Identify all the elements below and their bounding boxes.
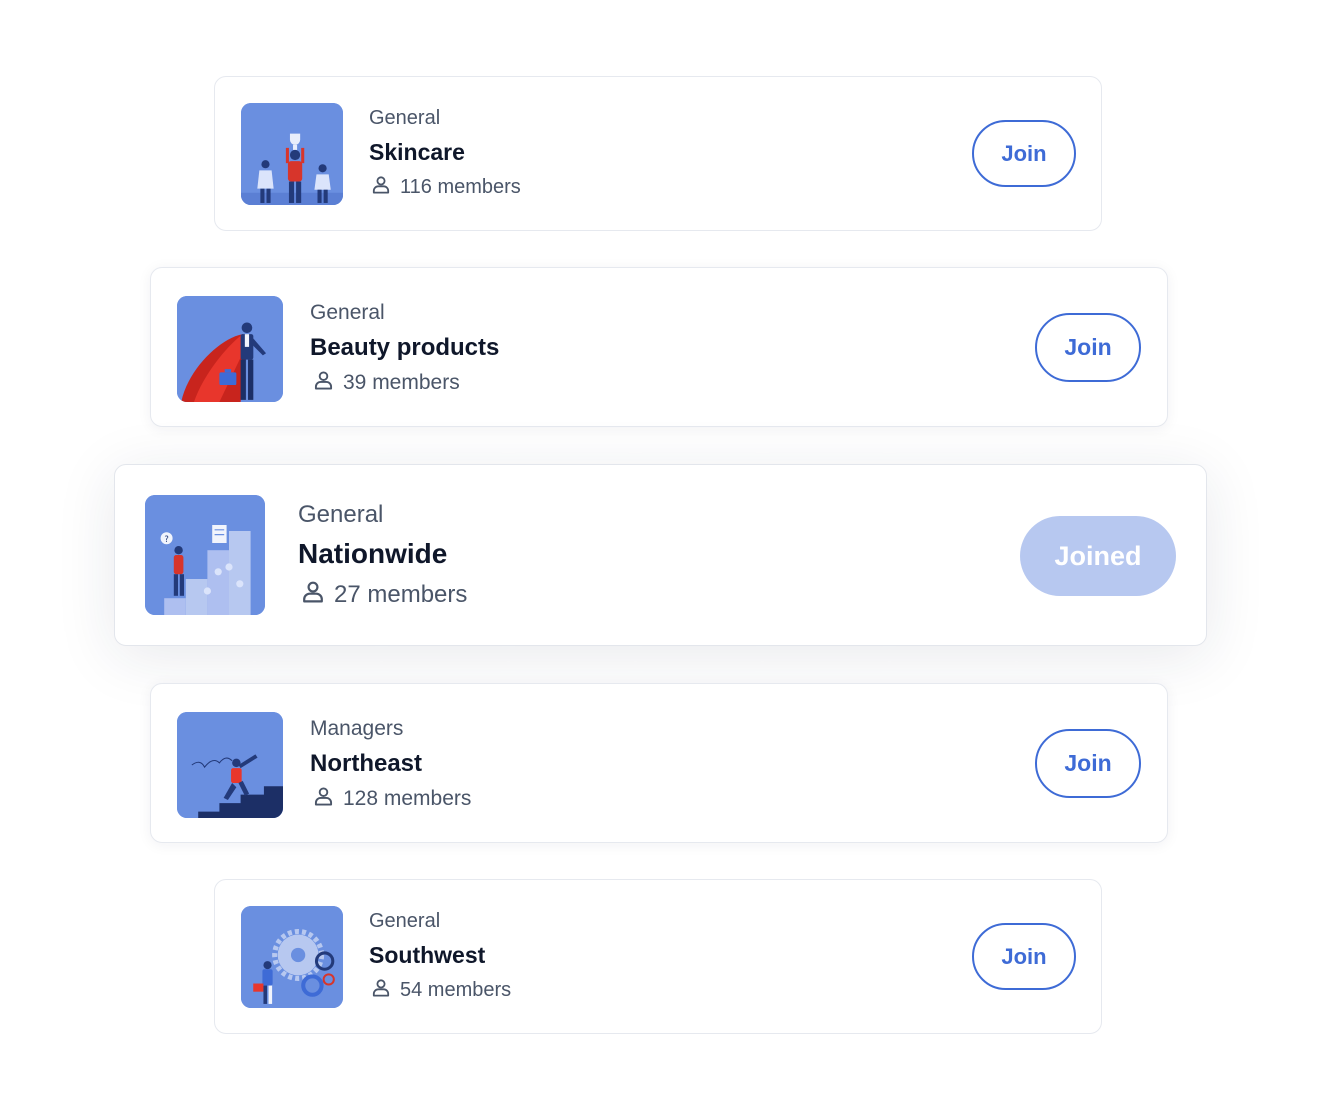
join-button[interactable]: Join [1035, 313, 1141, 382]
group-name: Beauty products [310, 334, 500, 361]
group-category: General [369, 107, 441, 129]
group-name: Skincare [369, 139, 465, 165]
member-count: 128 members [314, 786, 471, 812]
user-icon [302, 580, 324, 610]
user-icon [314, 370, 333, 396]
superhero-businessman-illustration [177, 296, 283, 402]
group-card-beauty-products[interactable]: General Beauty products 39 members Join [150, 267, 1168, 427]
group-category: Managers [310, 717, 404, 740]
telescope-stairs-illustration [177, 712, 283, 818]
group-card-nationwide[interactable]: ? General Nationwide 27 members Joined [114, 464, 1207, 646]
member-count: 116 members [372, 175, 521, 200]
group-category: General [298, 501, 384, 528]
member-count: 27 members [302, 580, 467, 610]
group-card-skincare[interactable]: General Skincare 116 members Join [214, 76, 1102, 231]
group-category: General [369, 910, 441, 932]
member-count-text: 27 members [334, 581, 468, 608]
member-count: 39 members [314, 370, 460, 396]
user-icon [314, 786, 333, 812]
member-count-text: 128 members [343, 787, 472, 810]
group-card-northeast[interactable]: Managers Northeast 128 members Join [150, 683, 1168, 843]
joined-button[interactable]: Joined [1020, 516, 1176, 596]
member-count-text: 54 members [400, 979, 512, 1001]
join-button[interactable]: Join [972, 923, 1076, 990]
member-count-text: 116 members [400, 176, 521, 198]
user-icon [372, 175, 390, 200]
gears-illustration [241, 906, 343, 1008]
puzzle-stairs-illustration: ? [145, 495, 265, 615]
group-name: Northeast [310, 750, 423, 777]
group-category: General [310, 301, 385, 324]
user-icon [372, 978, 390, 1003]
group-name: Southwest [369, 942, 486, 968]
svg-text:?: ? [164, 534, 168, 544]
group-card-southwest[interactable]: General Southwest 54 members Join [214, 879, 1102, 1034]
join-button[interactable]: Join [972, 120, 1076, 187]
join-button[interactable]: Join [1035, 729, 1141, 798]
trophy-team-illustration [241, 103, 343, 205]
member-count: 54 members [372, 978, 511, 1003]
member-count-text: 39 members [343, 371, 460, 394]
group-name: Nationwide [298, 538, 448, 569]
